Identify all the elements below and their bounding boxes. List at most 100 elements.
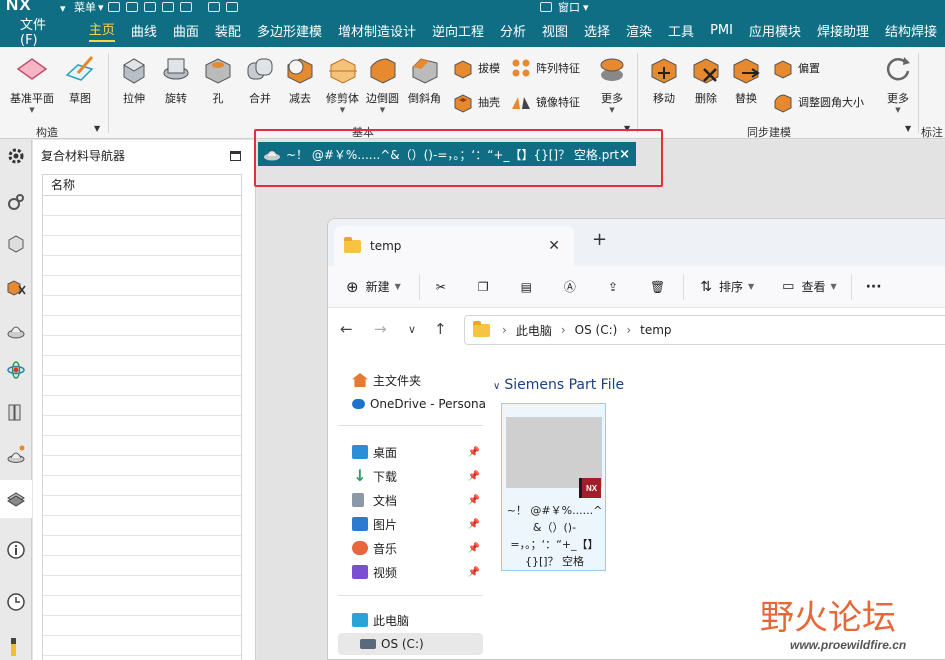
- chamfer-button[interactable]: 倒斜角: [408, 53, 441, 106]
- pin-icon[interactable]: 📌: [468, 543, 480, 554]
- tab-home[interactable]: 主页: [81, 14, 123, 47]
- tab-weld-assistant[interactable]: 焊接助理: [809, 14, 877, 47]
- save-all-icon[interactable]: [161, 2, 174, 12]
- sidebar-item-downloads[interactable]: ↓ 下载 📌: [352, 465, 486, 487]
- breadcrumb-this-pc[interactable]: 此电脑: [516, 322, 552, 339]
- open-icon[interactable]: [125, 2, 138, 12]
- recent-locations-icon[interactable]: ∨: [408, 323, 416, 336]
- sidebar-item-pictures[interactable]: 图片 📌: [352, 513, 486, 535]
- composites-navigator-icon[interactable]: [6, 488, 26, 508]
- pattern-feature-button[interactable]: 阵列特征: [510, 57, 580, 79]
- tab-tools[interactable]: 工具: [660, 14, 702, 47]
- rename-icon[interactable]: Ⓐ: [564, 278, 576, 295]
- file-item[interactable]: NX ~！ @#￥%......^&（）()-=，。；‘：“+_【】{}[]？ …: [501, 403, 606, 571]
- new-button[interactable]: ⊕ 新建 ▼: [346, 278, 401, 296]
- save-icon[interactable]: [143, 2, 156, 12]
- group-sync-expand[interactable]: ▼: [905, 124, 911, 133]
- tab-assembly[interactable]: 装配: [207, 14, 249, 47]
- delete-face-button[interactable]: 删除: [690, 53, 722, 106]
- subtract-button[interactable]: 减去: [284, 53, 316, 106]
- pin-icon[interactable]: 📌: [468, 567, 480, 578]
- forward-icon[interactable]: →: [374, 320, 387, 338]
- view-button[interactable]: ▭ 查看 ▼: [782, 278, 836, 295]
- cut-icon[interactable]: ✂: [436, 280, 446, 294]
- move-face-button[interactable]: 移动: [648, 53, 680, 106]
- new-icon[interactable]: [107, 2, 120, 12]
- save-as-icon[interactable]: [179, 2, 192, 12]
- reuse-library-icon[interactable]: [6, 320, 26, 340]
- pin-icon[interactable]: 📌: [468, 495, 480, 506]
- copy-icon[interactable]: ❐: [478, 280, 489, 294]
- file-menu[interactable]: 文件(F): [0, 14, 81, 48]
- tab-select[interactable]: 选择: [576, 14, 618, 47]
- close-icon[interactable]: ✕: [548, 238, 560, 254]
- mirror-feature-button[interactable]: 镜像特征: [510, 91, 580, 113]
- tab-render[interactable]: 渲染: [618, 14, 660, 47]
- breadcrumb-drive[interactable]: OS (C:): [575, 323, 618, 337]
- tab-additive-design[interactable]: 增材制造设计: [330, 14, 424, 47]
- draft-button[interactable]: 拔模: [452, 57, 500, 79]
- hole-button[interactable]: 孔: [202, 53, 234, 106]
- tab-view[interactable]: 视图: [534, 14, 576, 47]
- tab-reverse-engineering[interactable]: 逆向工程: [424, 14, 492, 47]
- back-icon[interactable]: ←: [340, 320, 353, 338]
- window-menu[interactable]: 窗口 ▾: [540, 0, 589, 14]
- edge-blend-button[interactable]: 边倒圆 ▼: [366, 53, 399, 114]
- undo-icon[interactable]: [207, 2, 220, 12]
- unite-button[interactable]: 合并: [244, 53, 276, 106]
- share-icon[interactable]: ⇪: [608, 280, 618, 294]
- replace-face-button[interactable]: 替换: [730, 53, 762, 106]
- roles-icon[interactable]: [6, 360, 26, 380]
- settings-icon[interactable]: [6, 146, 26, 166]
- sidebar-item-drive-c[interactable]: OS (C:): [338, 633, 483, 655]
- tab-structure-weld[interactable]: 结构焊接: [877, 14, 945, 47]
- tab-surface[interactable]: 曲面: [165, 14, 207, 47]
- part-navigator-icon[interactable]: [6, 234, 26, 254]
- shell-button[interactable]: 抽壳: [452, 91, 500, 113]
- constraint-navigator-icon[interactable]: [6, 278, 26, 298]
- info-icon[interactable]: [6, 540, 26, 560]
- redo-icon[interactable]: [225, 2, 238, 12]
- extrude-button[interactable]: 拉伸: [118, 53, 150, 106]
- assembly-navigator-icon[interactable]: [6, 192, 26, 212]
- history-icon[interactable]: [6, 402, 26, 422]
- more-sync-button[interactable]: 更多 ▼: [882, 53, 914, 114]
- sort-button[interactable]: ⇅ 排序 ▼: [700, 278, 754, 295]
- delete-icon[interactable]: 🗑: [650, 280, 665, 294]
- new-tab-icon[interactable]: +: [592, 229, 607, 250]
- sidebar-item-documents[interactable]: 文档 📌: [352, 489, 486, 511]
- revolve-button[interactable]: 旋转: [160, 53, 192, 106]
- tab-analysis[interactable]: 分析: [492, 14, 534, 47]
- sidebar-item-music[interactable]: 音乐 📌: [352, 537, 486, 559]
- palette-icon[interactable]: [6, 636, 26, 656]
- name-column-header[interactable]: 名称: [42, 174, 242, 196]
- sketch-button[interactable]: 草图: [64, 53, 96, 106]
- maximize-icon[interactable]: [230, 151, 241, 161]
- group-construct-expand[interactable]: ▼: [94, 124, 100, 133]
- more-basic-button[interactable]: 更多 ▼: [596, 53, 628, 114]
- sidebar-item-desktop[interactable]: 桌面 📌: [352, 441, 486, 463]
- breadcrumb-temp[interactable]: temp: [640, 323, 671, 337]
- up-icon[interactable]: ↑: [434, 320, 447, 338]
- tab-pmi[interactable]: PMI: [702, 14, 741, 47]
- group-header[interactable]: ∨ Siemens Part File: [493, 377, 624, 393]
- explorer-tab-temp[interactable]: temp ✕: [334, 226, 574, 266]
- paste-icon[interactable]: ▤: [521, 280, 532, 294]
- tab-curve[interactable]: 曲线: [123, 14, 165, 47]
- pin-icon[interactable]: 📌: [468, 519, 480, 530]
- sidebar-item-this-pc[interactable]: 此电脑: [352, 609, 486, 631]
- more-options-button[interactable]: ···: [866, 279, 882, 295]
- breadcrumb[interactable]: › 此电脑 › OS (C:) › temp: [464, 315, 945, 345]
- clock-icon[interactable]: [6, 592, 26, 612]
- sidebar-item-onedrive[interactable]: OneDrive - Persona: [352, 393, 486, 415]
- pin-icon[interactable]: 📌: [468, 471, 480, 482]
- offset-face-button[interactable]: 偏置: [772, 57, 820, 79]
- sidebar-item-home[interactable]: 主文件夹: [352, 369, 486, 391]
- datum-plane-button[interactable]: 基准平面 ▼: [10, 53, 54, 114]
- sidebar-item-videos[interactable]: 视频 📌: [352, 561, 486, 583]
- process-studio-icon[interactable]: [6, 444, 26, 464]
- tab-polygon-modeling[interactable]: 多边形建模: [249, 14, 330, 47]
- trim-body-button[interactable]: 修剪体 ▼: [326, 53, 359, 114]
- pin-icon[interactable]: 📌: [468, 447, 480, 458]
- resize-blend-button[interactable]: 调整圆角大小: [772, 91, 864, 113]
